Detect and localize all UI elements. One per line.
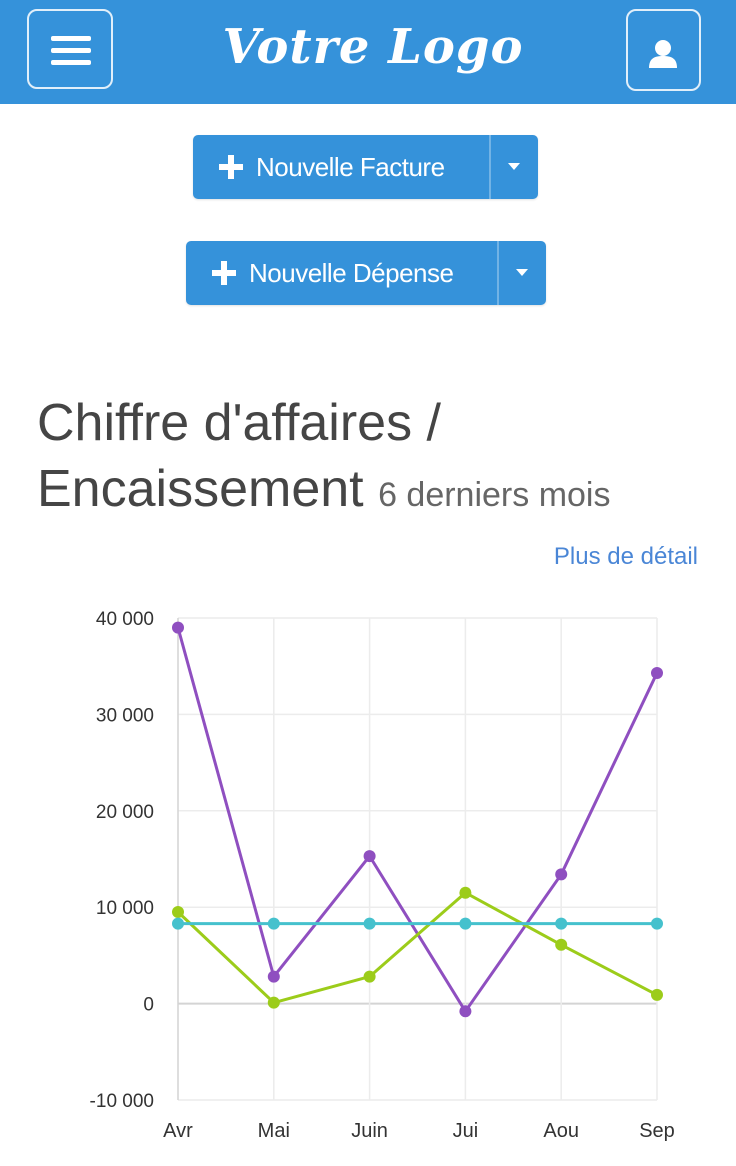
data-point <box>267 970 280 983</box>
user-icon <box>649 40 677 68</box>
x-tick-label: Sep <box>639 1120 675 1142</box>
new-invoice-dropdown-toggle[interactable] <box>489 135 538 199</box>
data-point <box>651 917 663 930</box>
data-point <box>555 917 568 930</box>
x-tick-label: Avr <box>163 1120 193 1142</box>
y-tick-label: 10 000 <box>96 898 154 919</box>
data-point <box>363 917 376 930</box>
y-tick-label: 0 <box>143 995 154 1016</box>
y-tick-label: 40 000 <box>96 609 154 630</box>
plus-icon <box>219 155 243 179</box>
revenue-line-chart: 40 000 30 000 20 000 10 000 0 -10 000 Avr Mai Ju… <box>90 609 675 1142</box>
data-point <box>267 996 280 1009</box>
more-detail-link[interactable]: Plus de détail <box>554 543 698 571</box>
section-subtitle: 6 derniers mois <box>378 476 611 514</box>
section-title-line2: Encaissement <box>37 460 364 518</box>
data-point <box>459 1005 472 1018</box>
y-tick-label: 20 000 <box>96 802 154 823</box>
data-point <box>459 917 472 930</box>
data-point <box>267 917 280 930</box>
logo[interactable]: Votre Logo <box>200 12 546 82</box>
x-tick-label: Mai <box>258 1120 290 1142</box>
data-point <box>363 970 376 983</box>
data-point <box>363 850 376 863</box>
data-point <box>172 917 184 930</box>
plus-icon <box>212 261 236 285</box>
series-line-1 <box>176 627 659 1013</box>
y-tick-label: 30 000 <box>96 705 154 726</box>
new-expense-button[interactable]: Nouvelle Dépense <box>186 241 497 305</box>
caret-down-icon <box>508 163 520 170</box>
data-point <box>555 938 568 951</box>
section-title-line1: Chiffre d'affaires / <box>37 394 441 452</box>
data-point <box>555 868 568 881</box>
menu-button[interactable] <box>27 9 113 89</box>
section-title: Chiffre d'affaires / Encaissement 6 dern… <box>37 390 717 528</box>
user-button[interactable] <box>626 9 701 91</box>
new-expense-label: Nouvelle Dépense <box>249 257 454 288</box>
data-point <box>172 621 184 634</box>
caret-down-icon <box>516 269 528 276</box>
x-tick-label: Juin <box>351 1120 388 1142</box>
new-expense-dropdown-toggle[interactable] <box>497 241 546 305</box>
data-point <box>459 886 472 899</box>
new-expense-button-group: Nouvelle Dépense <box>186 241 546 305</box>
data-point <box>651 666 663 679</box>
series-line-2 <box>176 891 658 1005</box>
new-invoice-button-group: Nouvelle Facture <box>193 135 538 199</box>
top-navbar: Votre Logo <box>0 0 736 104</box>
y-tick-label: -10 000 <box>90 1091 154 1112</box>
new-invoice-button[interactable]: Nouvelle Facture <box>193 135 489 199</box>
x-tick-label: Jui <box>453 1120 479 1142</box>
x-tick-label: Aou <box>543 1120 579 1142</box>
new-invoice-label: Nouvelle Facture <box>256 151 445 182</box>
data-point <box>651 988 663 1001</box>
data-point <box>172 906 184 919</box>
